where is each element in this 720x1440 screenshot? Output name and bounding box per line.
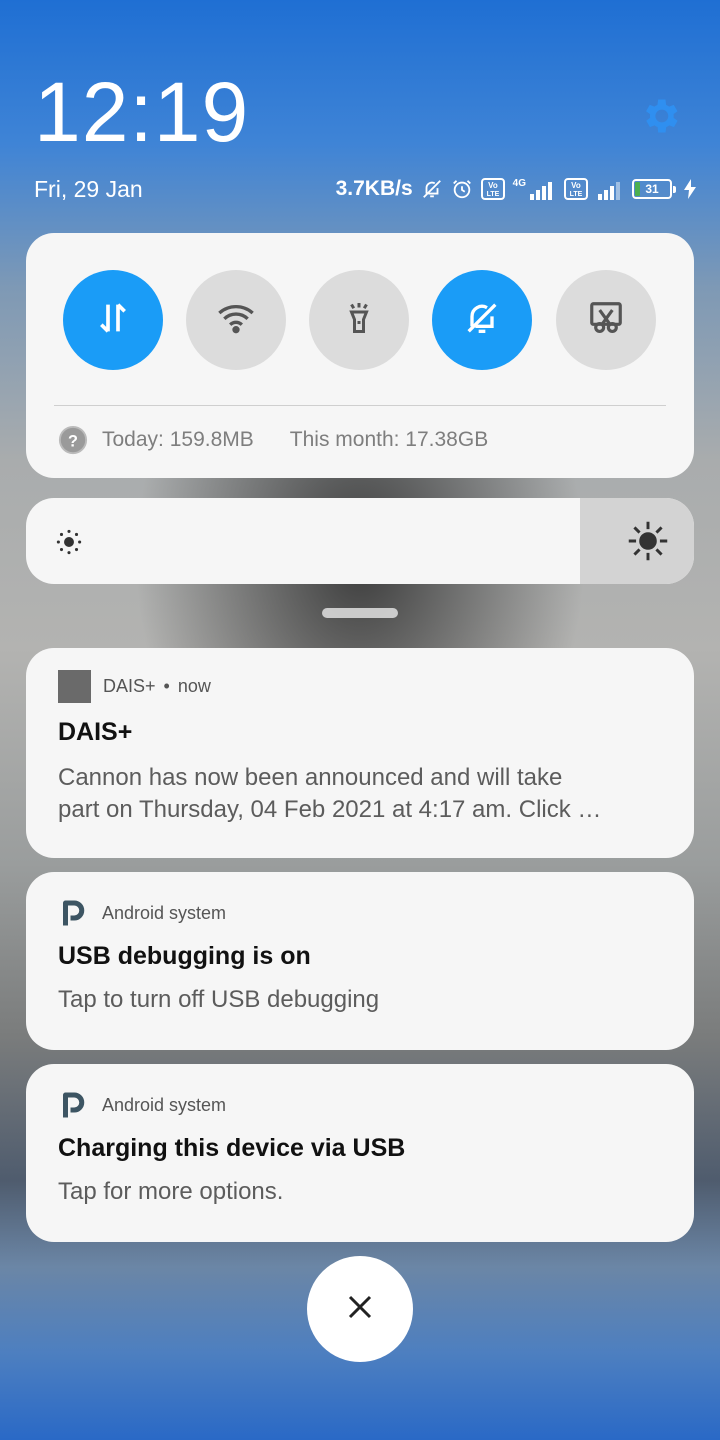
toggle-silent[interactable] [432,270,532,370]
wifi-icon [216,298,256,343]
brightness-slider[interactable] [26,498,694,584]
close-icon [345,1292,375,1327]
toggle-wifi[interactable] [186,270,286,370]
notification-title: USB debugging is on [58,942,311,970]
data-usage-row[interactable]: ? Today: 159.8MB This month: 17.38GB [58,425,488,455]
quick-settings-panel: ? Today: 159.8MB This month: 17.38GB [26,233,694,478]
signal-strength-icon-1: 4G [513,178,556,200]
settings-gear-icon[interactable] [638,94,682,138]
toggle-mobile-data[interactable] [63,270,163,370]
status-bar: 3.7KB/s Vo LTE 4G Vo LTE 31 [336,174,696,204]
flashlight-icon [341,300,377,341]
notification-body: Tap for more options. [58,1178,284,1205]
notification-usb-charging[interactable]: Android system Charging this device via … [26,1064,694,1242]
svg-text:LTE: LTE [486,191,499,198]
svg-text:Vo: Vo [488,181,498,190]
svg-text:Vo: Vo [571,181,581,190]
notification-separator: • [163,676,170,696]
data-arrows-icon [93,298,133,343]
notification-usb-debugging[interactable]: Android system USB debugging is on Tap t… [26,872,694,1050]
notification-dais[interactable]: DAIS+ • now DAIS+ Cannon has now been an… [26,648,694,858]
charging-bolt-icon [684,179,696,199]
android-system-icon [58,1090,88,1120]
notification-body: Cannon has now been announced and will t… [58,762,664,826]
toggle-screenshot[interactable] [556,270,656,370]
bell-off-icon [421,178,443,200]
alarm-icon [451,178,473,200]
battery-level: 31 [645,182,659,196]
network-type-label: 4G [512,178,526,189]
panel-drag-handle[interactable] [322,608,398,618]
app-icon [58,670,91,703]
brightness-low-icon [52,525,86,559]
notification-body-line2: part on Thursday, 04 Feb 2021 at 4:17 am… [58,796,602,823]
volte-badge-1: Vo LTE [480,178,505,200]
signal-strength-icon-2 [596,178,624,200]
battery-icon: 31 [632,179,676,199]
notification-body: Tap to turn off USB debugging [58,986,380,1013]
notification-title: Charging this device via USB [58,1134,406,1162]
network-speed: 3.7KB/s [335,177,413,200]
svg-text:LTE: LTE [570,191,583,198]
svg-text:?: ? [68,432,78,450]
notification-time: now [177,676,211,696]
notification-app-name: DAIS+ [103,676,156,696]
usage-today: Today: 159.8MB [102,428,254,451]
notification-header: Android system [58,1090,226,1120]
scissors-icon [587,299,625,342]
clear-all-button[interactable] [307,1256,413,1362]
date-label: Fri, 29 Jan [34,176,143,202]
clock-time[interactable]: 12:19 [34,70,249,154]
brightness-high-icon [626,519,670,563]
notification-app-name: Android system [102,1094,227,1115]
volte-badge-2: Vo LTE [564,178,588,200]
notification-body-line1: Cannon has now been announced and will t… [58,764,563,791]
notification-header: DAIS+ • now [58,670,211,703]
usage-month: This month: 17.38GB [289,428,489,451]
question-icon: ? [58,425,88,455]
toggle-flashlight[interactable] [309,270,409,370]
notification-app-name: Android system [102,902,227,923]
notification-header: Android system [58,898,226,928]
bell-off-icon [462,298,502,343]
notification-title: DAIS+ [58,718,133,746]
quick-settings-divider [54,405,666,406]
android-system-icon [58,898,88,928]
